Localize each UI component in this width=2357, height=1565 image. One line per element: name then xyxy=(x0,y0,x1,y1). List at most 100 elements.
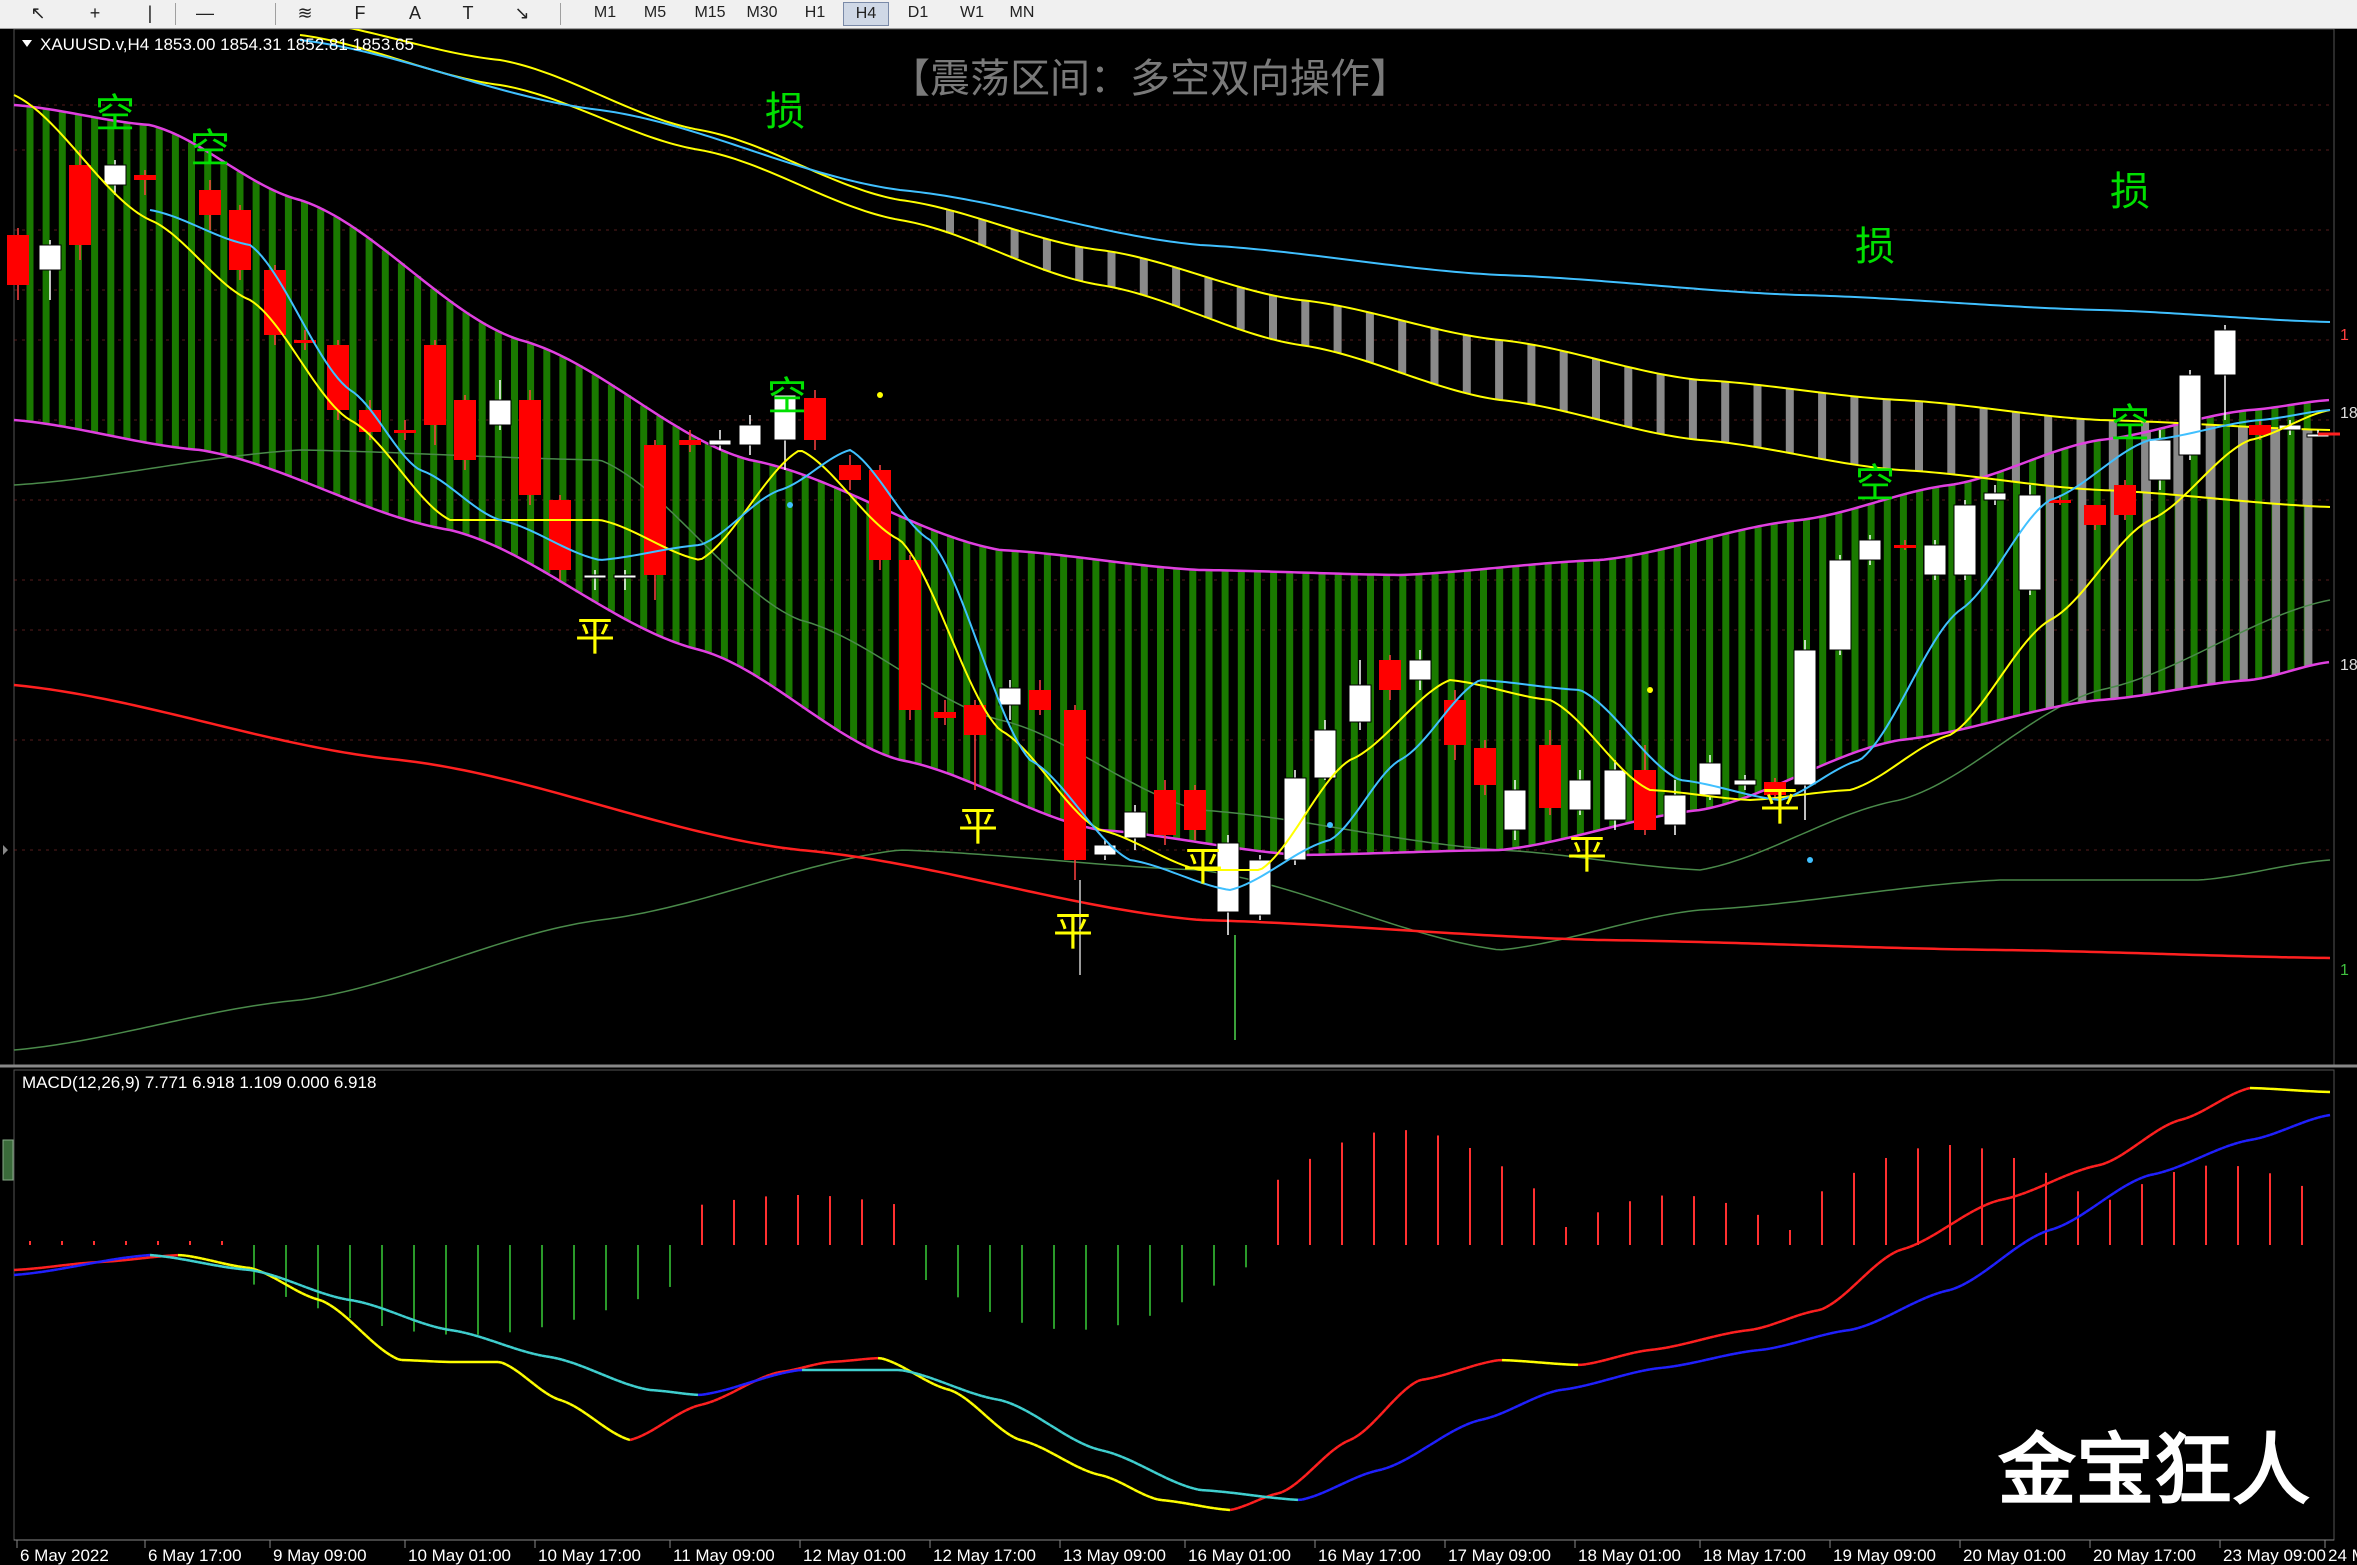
bear-candle[interactable] xyxy=(1184,790,1206,830)
macd-signal-line xyxy=(1457,1425,1463,1430)
timeframe-h1-button[interactable]: H1 xyxy=(793,2,837,24)
bull-candle[interactable] xyxy=(2178,374,2202,456)
bear-candle[interactable] xyxy=(1444,700,1466,745)
bear-candle[interactable] xyxy=(1154,790,1176,835)
bull-candle[interactable] xyxy=(1733,779,1757,786)
macd-signal-line xyxy=(285,1278,291,1283)
macd-signal-line xyxy=(613,1378,619,1382)
bull-candle[interactable] xyxy=(1793,649,1817,786)
bull-candle[interactable] xyxy=(738,424,762,446)
bull-candle[interactable] xyxy=(1408,659,1432,681)
bull-candle[interactable] xyxy=(1313,729,1337,779)
macd-main-line xyxy=(185,1254,191,1258)
horizontal-line-icon[interactable]: — xyxy=(191,2,219,24)
bear-candle[interactable] xyxy=(2049,500,2071,503)
bull-candle[interactable] xyxy=(103,164,127,186)
text-icon[interactable]: A xyxy=(401,2,429,24)
macd-signal-line xyxy=(2053,1226,2059,1230)
bear-candle[interactable] xyxy=(899,560,921,710)
bear-candle[interactable] xyxy=(7,235,29,285)
bull-candle[interactable] xyxy=(38,244,62,271)
bull-candle[interactable] xyxy=(583,574,607,579)
macd-signal-line xyxy=(1761,1347,1767,1352)
bull-candle[interactable] xyxy=(1828,559,1852,651)
vertical-line-icon[interactable]: | xyxy=(136,2,164,24)
bull-candle[interactable] xyxy=(998,687,1022,706)
bull-candle[interactable] xyxy=(1923,544,1947,576)
bull-candle[interactable] xyxy=(1248,859,1272,916)
bear-candle[interactable] xyxy=(549,500,571,570)
macd-signal-line xyxy=(2141,1175,2147,1179)
bull-candle[interactable] xyxy=(1698,762,1722,796)
bear-candle[interactable] xyxy=(2249,425,2271,435)
bear-candle[interactable] xyxy=(394,430,416,433)
fibo-fan-icon[interactable]: F xyxy=(346,2,374,24)
crosshair-icon[interactable]: + xyxy=(81,2,109,24)
macd-main-line xyxy=(1181,1501,1187,1505)
bear-candle[interactable] xyxy=(839,465,861,480)
macd-main-line xyxy=(2229,1092,2235,1097)
bear-candle[interactable] xyxy=(679,440,701,445)
bull-candle[interactable] xyxy=(1348,684,1372,723)
bull-candle[interactable] xyxy=(1983,492,2007,501)
bear-candle[interactable] xyxy=(199,190,221,215)
bear-candle[interactable] xyxy=(1539,745,1561,808)
macd-signal-line xyxy=(1017,1405,1023,1410)
bear-candle[interactable] xyxy=(69,165,91,245)
bull-candle[interactable] xyxy=(1663,794,1687,826)
chart-area[interactable]: 空空损空损损空空平平平平 平平【震荡区间：多空双向操作】XAUUSD.v,H4 1… xyxy=(0,29,2357,1565)
signal-marker-close: 平 xyxy=(958,804,998,850)
bear-candle[interactable] xyxy=(2114,485,2136,515)
timeframe-w1-button[interactable]: W1 xyxy=(950,2,994,24)
bear-candle[interactable] xyxy=(1029,690,1051,710)
bear-candle[interactable] xyxy=(1634,770,1656,830)
timeframe-m1-button[interactable]: M1 xyxy=(583,2,627,24)
bull-candle[interactable] xyxy=(1503,789,1527,831)
bear-candle[interactable] xyxy=(644,445,666,575)
bull-candle[interactable] xyxy=(2213,329,2237,376)
bear-candle[interactable] xyxy=(454,400,476,460)
bull-candle[interactable] xyxy=(1568,779,1592,811)
scroll-left-icon[interactable] xyxy=(3,845,8,855)
bear-candle[interactable] xyxy=(424,345,446,425)
bear-candle[interactable] xyxy=(804,398,826,440)
macd-signal-line xyxy=(2269,1132,2275,1137)
fibo-icon[interactable]: ≋ xyxy=(291,2,319,24)
macd-signal-line xyxy=(2249,1138,2255,1142)
macd-main-line xyxy=(817,1361,823,1366)
bear-candle[interactable] xyxy=(869,470,891,560)
macd-signal-line xyxy=(2229,1142,2235,1147)
bull-candle[interactable] xyxy=(1123,811,1147,839)
bear-candle[interactable] xyxy=(1064,710,1086,860)
bull-candle[interactable] xyxy=(708,439,732,446)
arrows-icon[interactable]: ↘ xyxy=(508,2,536,24)
macd-signal-line xyxy=(1577,1384,1583,1389)
bull-candle[interactable] xyxy=(1953,504,1977,576)
panel-resize-handle[interactable] xyxy=(2,1139,14,1181)
bear-candle[interactable] xyxy=(1474,748,1496,785)
macd-main-line xyxy=(1085,1469,1091,1474)
bear-candle[interactable] xyxy=(934,712,956,718)
timeframe-m30-button[interactable]: M30 xyxy=(740,2,784,24)
text-label-icon[interactable]: T xyxy=(454,2,482,24)
bear-candle[interactable] xyxy=(519,400,541,495)
bull-candle[interactable] xyxy=(613,574,637,579)
timeframe-m5-button[interactable]: M5 xyxy=(633,2,677,24)
macd-signal-line xyxy=(1601,1378,1607,1383)
bull-candle[interactable] xyxy=(1858,539,1882,561)
bear-candle[interactable] xyxy=(1894,545,1916,548)
bull-candle[interactable] xyxy=(2148,439,2172,481)
timeframe-h4-button[interactable]: H4 xyxy=(843,2,889,26)
timeframe-m15-button[interactable]: M15 xyxy=(688,2,732,24)
cursor-icon[interactable]: ↖ xyxy=(24,2,52,24)
bull-candle[interactable] xyxy=(488,399,512,426)
bear-candle[interactable] xyxy=(134,175,156,180)
timeframe-mn-button[interactable]: MN xyxy=(1000,2,1044,24)
timeframe-d1-button[interactable]: D1 xyxy=(896,2,940,24)
bear-candle[interactable] xyxy=(964,705,986,735)
bear-candle[interactable] xyxy=(2084,505,2106,525)
bear-candle[interactable] xyxy=(1379,660,1401,690)
bull-candle[interactable] xyxy=(1603,769,1627,821)
macd-signal-line xyxy=(409,1317,415,1322)
macd-main-line xyxy=(501,1361,507,1366)
